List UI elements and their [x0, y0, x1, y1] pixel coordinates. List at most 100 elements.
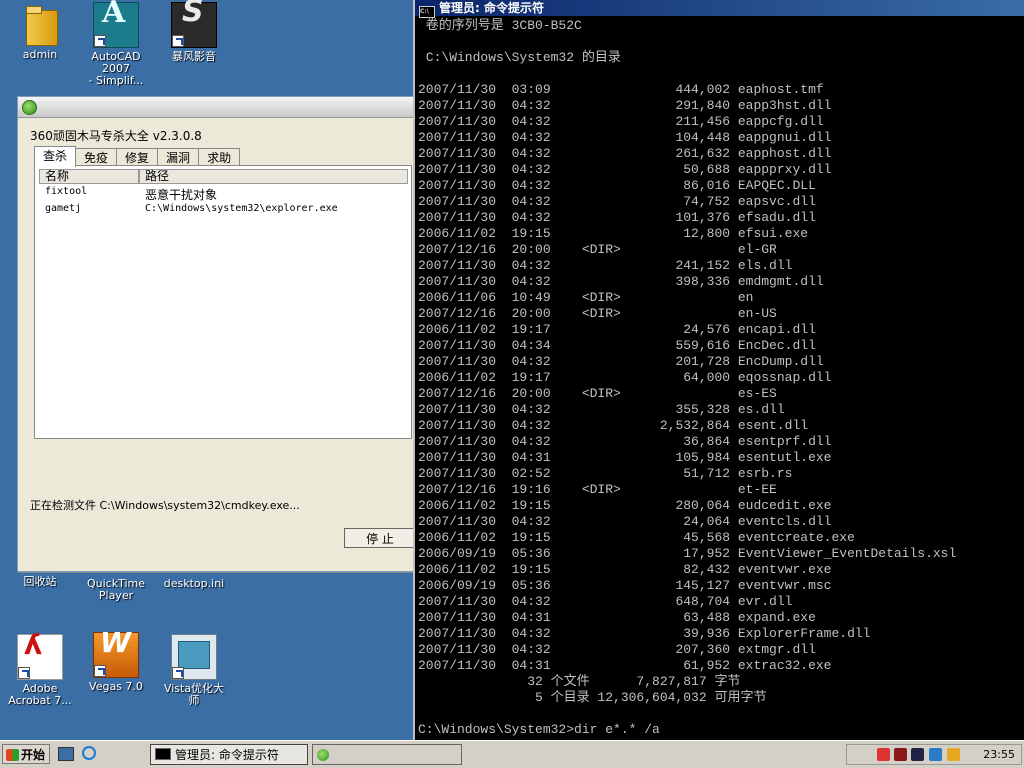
system-tray: 23:55 [846, 744, 1022, 765]
console-output[interactable]: 卷的序列号是 3CB0-B52C C:\Windows\System32 的目录… [418, 18, 1024, 740]
folder-icon [18, 2, 62, 46]
desktop-icon-admin[interactable]: admin [0, 2, 80, 61]
item-path: C:\Windows\system32\explorer.exe [145, 203, 338, 214]
desktop-icon-quicktime[interactable]: QuickTime Player [76, 570, 156, 602]
window-titlebar[interactable]: C:\ 管理员: 命令提示符 [415, 0, 1024, 18]
task-cmd[interactable]: 管理员: 命令提示符 [150, 744, 308, 765]
directory-entry: 2007/12/16 20:00 <DIR> es-ES [418, 386, 777, 401]
directory-entry: 2007/11/30 04:32 291,840 eapp3hst.dll [418, 98, 832, 113]
app-icon [22, 100, 37, 115]
desktop-icon-vista-optimizer[interactable]: Vista优化大 师 [154, 634, 234, 707]
desktop-icon-label: QuickTime Player [86, 577, 146, 602]
command-prompt-window[interactable]: C:\ 管理员: 命令提示符 卷的序列号是 3CB0-B52C C:\Window… [413, 0, 1024, 740]
directory-entry: 2007/12/16 19:16 <DIR> et-EE [418, 482, 777, 497]
windows-logo-icon [6, 749, 19, 761]
directory-entry: 2007/12/16 20:00 <DIR> en-US [418, 306, 777, 321]
clock: 23:55 [983, 748, 1015, 761]
desktop-icon-label: 回收站 [23, 575, 57, 588]
desktop-icon-label: 暴风影音 [172, 50, 216, 63]
autocad-icon: A [93, 0, 139, 48]
desktop-icon-recycle[interactable]: 回收站 [0, 570, 80, 588]
directory-entry: 2006/11/02 19:15 45,568 eventcreate.exe [418, 530, 855, 545]
app-tray-icon[interactable] [911, 748, 924, 761]
item-name: gametj [45, 203, 82, 214]
directory-entry: 2007/11/30 04:31 63,488 expand.exe [418, 610, 816, 625]
directory-entry: 2007/11/30 04:32 39,936 ExplorerFrame.dl… [418, 626, 871, 641]
directory-entry: 2006/11/02 19:15 280,064 eudcedit.exe [418, 498, 832, 513]
directory-entry: 2007/11/30 04:32 104,448 eappgnui.dll [418, 130, 832, 145]
desktop-icon-baofeng[interactable]: S 暴风影音 [154, 0, 234, 63]
volume-icon[interactable] [947, 748, 960, 761]
desktop-icon-autocad[interactable]: A AutoCAD 2007 - Simplif... [76, 0, 156, 87]
directory-entry: 2006/09/19 05:36 17,952 EventViewer_Even… [418, 546, 957, 561]
desktop-icon-label: admin [22, 48, 58, 61]
media-player-icon: S [171, 0, 217, 48]
directory-entry: 2007/11/30 03:09 444,002 eaphost.tmf [418, 82, 824, 97]
directory-entry: 2007/11/30 04:32 201,728 EncDump.dll [418, 354, 824, 369]
directory-entry: 2007/11/30 04:32 101,376 efsadu.dll [418, 210, 816, 225]
directory-entry: 2006/09/19 05:36 145,127 eventvwr.msc [418, 578, 832, 593]
desktop-icon-label: Vegas 7.0 [89, 680, 143, 693]
acrobat-icon: ʎ [17, 631, 63, 680]
directory-entry: 2007/11/30 04:34 559,616 EncDec.dll [418, 338, 816, 353]
vegas-icon: W [93, 629, 139, 678]
task-label: 管理员: 命令提示符 [175, 748, 279, 762]
security-icon[interactable] [877, 748, 890, 761]
task-trojan-killer[interactable] [312, 744, 462, 765]
list-header: 名称 路径 [39, 169, 408, 184]
desktop-icon-label: AutoCAD 2007 - Simplif... [88, 50, 144, 87]
window-titlebar[interactable] [18, 97, 414, 118]
desktop-icon-vegas[interactable]: W Vegas 7.0 [76, 629, 156, 693]
directory-entry: 2007/12/16 20:00 <DIR> el-GR [418, 242, 777, 257]
desktop-icon-desktopini[interactable]: desktop.ini [154, 570, 234, 590]
column-header-name[interactable]: 名称 [39, 169, 139, 184]
console-prompt: C:\Windows\System32>dir e*.* /a [418, 722, 660, 737]
directory-entry: 2007/11/30 04:32 648,704 evr.dll [418, 594, 793, 609]
stop-button[interactable]: 停 止 [344, 528, 416, 548]
show-desktop-icon[interactable] [58, 747, 74, 761]
desktop-icon-label: desktop.ini [163, 577, 225, 590]
trojan-killer-window[interactable]: 360顽固木马专杀大全 v2.3.0.8 查杀 免疫 修复 漏洞 求助 名称 路… [17, 96, 416, 572]
directory-entry: 2007/11/30 04:32 207,360 extmgr.dll [418, 642, 816, 657]
window-title: 管理员: 命令提示符 [439, 1, 544, 15]
directory-entry: 2007/11/30 04:32 50,688 eappprxy.dll [418, 162, 832, 177]
start-label: 开始 [21, 748, 46, 762]
desktop-icon-label: Adobe Acrobat 7... [8, 682, 72, 707]
item-path: 恶意干扰对象 [145, 188, 218, 202]
console-header-line [418, 34, 1024, 50]
directory-entry: 2006/11/02 19:17 64,000 eqossnap.dll [418, 370, 832, 385]
directory-entry: 2006/11/02 19:15 82,432 eventvwr.exe [418, 562, 832, 577]
app-name: 360顽固木马专杀大全 v2.3.0.8 [30, 129, 202, 143]
antivirus-icon[interactable] [894, 748, 907, 761]
directory-entry: 2007/11/30 04:32 261,632 eapphost.dll [418, 146, 832, 161]
directory-entry: 2007/11/30 04:32 74,752 eapsvc.dll [418, 194, 816, 209]
directory-entry: 2007/11/30 04:32 211,456 eappcfg.dll [418, 114, 824, 129]
results-list[interactable]: 名称 路径 fixtool 恶意干扰对象 gametj C:\Windows\s… [34, 165, 412, 439]
network-icon[interactable] [929, 748, 942, 761]
list-item[interactable]: gametj C:\Windows\system32\explorer.exe [45, 203, 338, 214]
directory-entry: 2007/11/30 04:31 105,984 esentutl.exe [418, 450, 832, 465]
column-header-path[interactable]: 路径 [139, 169, 408, 184]
directory-entry: 2007/11/30 04:32 355,328 es.dll [418, 402, 785, 417]
console-icon [155, 748, 171, 760]
start-button[interactable]: 开始 [2, 744, 50, 764]
desktop-icon-label: Vista优化大 师 [163, 682, 225, 707]
list-item[interactable]: fixtool 恶意干扰对象 [45, 186, 217, 203]
directory-entry: 2006/11/06 10:49 <DIR> en [418, 290, 754, 305]
console-header-line: 卷的序列号是 3CB0-B52C [418, 18, 582, 33]
directory-entry: 2006/11/02 19:17 24,576 encapi.dll [418, 322, 816, 337]
directory-entry: 2007/11/30 04:32 2,532,864 esent.dll [418, 418, 809, 433]
directory-entry: 2007/11/30 04:32 86,016 EAPQEC.DLL [418, 178, 816, 193]
item-name: fixtool [45, 186, 88, 197]
directory-entry: 2007/11/30 04:32 24,064 eventcls.dll [418, 514, 832, 529]
internet-explorer-icon[interactable] [82, 746, 96, 760]
directory-entry: 2007/11/30 04:32 36,864 esentprf.dll [418, 434, 832, 449]
directory-entry: 2007/11/30 04:31 61,952 extrac32.exe [418, 658, 832, 673]
directory-entry: 2007/11/30 04:32 398,336 emdmgmt.dll [418, 274, 824, 289]
tab-scan[interactable]: 查杀 [34, 146, 77, 167]
desktop-icon-acrobat[interactable]: ʎ Adobe Acrobat 7... [0, 631, 80, 707]
directory-entry: 2007/11/30 02:52 51,712 esrb.rs [418, 466, 793, 481]
scan-status: 正在检测文件 C:\Windows\system32\cmdkey.exe... [30, 499, 300, 512]
taskbar: 开始 管理员: 命令提示符 23:55 [0, 740, 1024, 768]
